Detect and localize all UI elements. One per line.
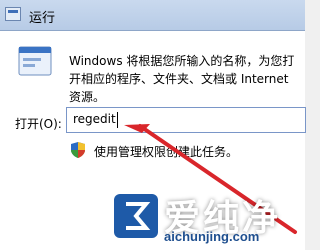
watermark-site: aichunjing.com [164, 229, 260, 244]
watermark-logo [114, 194, 158, 238]
watermark: 爱纯净 aichunjing.com [112, 192, 305, 250]
